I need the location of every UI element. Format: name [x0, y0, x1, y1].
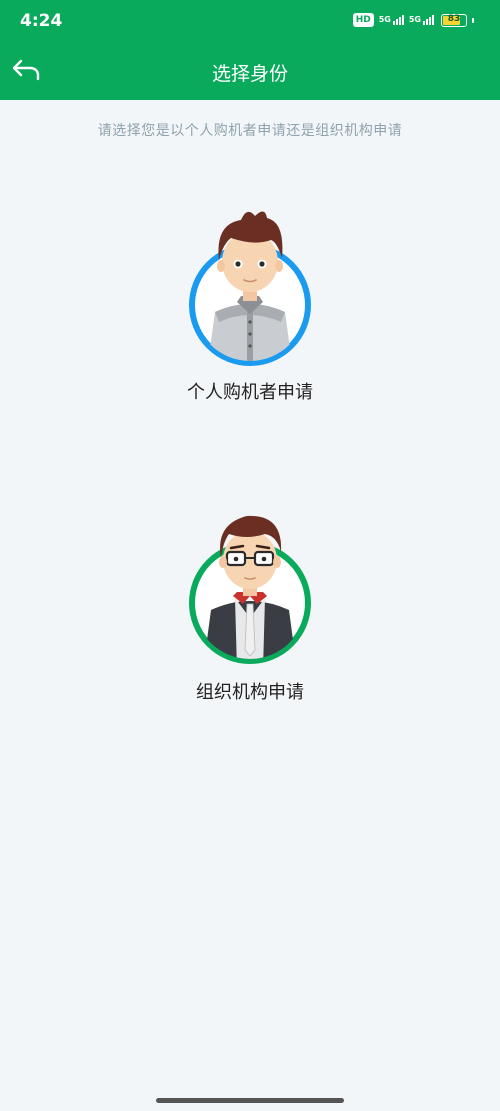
battery-level: 83: [447, 13, 461, 24]
status-bar: 4:24 HD 5G 5G 83: [0, 0, 500, 44]
organization-option[interactable]: 组织机构申请: [150, 500, 350, 704]
hd-icon: HD: [352, 13, 374, 27]
organization-label: 组织机构申请: [196, 682, 304, 703]
organization-avatar-icon: [189, 515, 311, 664]
status-icons: HD 5G 5G 83: [352, 13, 474, 27]
individual-buyer-option[interactable]: 个人购机者申请: [150, 200, 350, 404]
status-time: 4:24: [20, 11, 63, 31]
home-indicator[interactable]: [156, 1098, 344, 1103]
selection-hint: 请选择您是以个人购机者申请还是组织机构申请: [97, 123, 403, 139]
signal-icon-sim1: 5G: [379, 15, 404, 25]
battery-icon: 83: [441, 13, 467, 27]
signal-icon-sim2: 5G: [409, 15, 434, 25]
nav-bar: 选择身份: [0, 44, 500, 100]
individual-avatar-icon: [189, 211, 311, 366]
page-title: 选择身份: [211, 63, 288, 85]
individual-buyer-label: 个人购机者申请: [187, 382, 313, 403]
